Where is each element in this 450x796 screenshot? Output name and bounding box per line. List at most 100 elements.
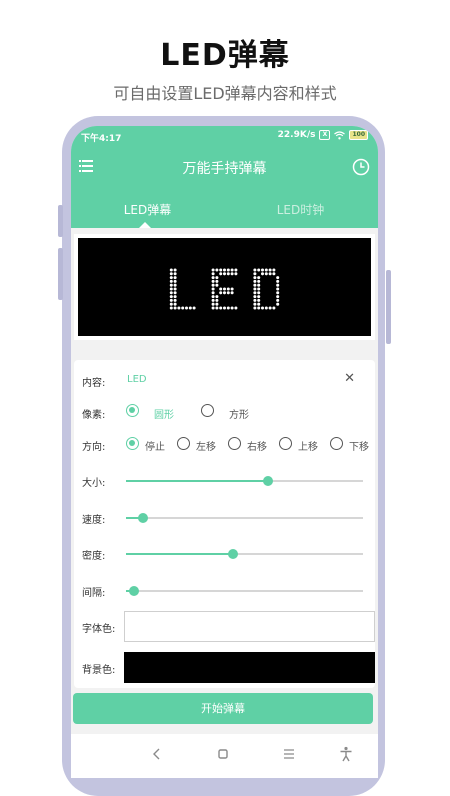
led-dot (276, 298, 280, 302)
led-dot (226, 268, 230, 272)
spacing-slider[interactable] (126, 586, 363, 596)
settings-panel: 内容: LED ✕ 像素: 圆形 方形 方向: 停止 左移 右移 上移 下移 大… (74, 360, 375, 688)
led-dot (268, 268, 272, 272)
direction-radio-up[interactable] (279, 437, 292, 450)
speed-slider-thumb[interactable] (137, 513, 148, 523)
pixel-option-round[interactable]: 圆形 (154, 406, 174, 421)
back-icon[interactable] (147, 744, 167, 764)
led-dot (173, 295, 177, 299)
led-dot (257, 287, 261, 291)
led-dot (230, 268, 234, 272)
led-dot (173, 279, 177, 283)
phone-volume-button (58, 205, 63, 237)
led-dot (192, 306, 196, 310)
content-input[interactable]: LED (127, 374, 147, 385)
status-time: 下午4:17 (81, 134, 122, 144)
pixel-option-square[interactable]: 方形 (229, 406, 249, 421)
led-dot (276, 291, 280, 295)
led-dot (211, 287, 215, 291)
direction-radio-right[interactable] (228, 437, 241, 450)
led-dot (253, 295, 257, 299)
led-dot (215, 298, 219, 302)
led-dot (222, 287, 227, 291)
led-dot (219, 287, 223, 291)
size-slider[interactable] (126, 476, 363, 486)
led-dot (215, 279, 219, 283)
density-slider-thumb[interactable] (227, 549, 238, 559)
led-dot (230, 306, 234, 310)
led-dot (173, 287, 177, 291)
wifi-icon (334, 130, 346, 139)
recent-apps-icon[interactable] (279, 744, 299, 764)
led-dot (253, 291, 257, 295)
led-dot (272, 272, 276, 276)
led-dot (211, 302, 215, 306)
size-slider-thumb[interactable] (263, 476, 274, 486)
active-tab-indicator (139, 222, 151, 228)
led-dot (211, 272, 215, 276)
network-speed: 22.9K/s (277, 130, 316, 140)
density-slider[interactable] (126, 549, 363, 559)
led-dot (211, 306, 215, 310)
tab-bar: LED弹幕 LED时钟 (71, 188, 378, 228)
led-dot (169, 291, 173, 295)
led-dot (169, 276, 173, 280)
pixel-radio-square[interactable] (201, 404, 214, 417)
density-label: 密度: (82, 551, 106, 562)
led-dot (276, 302, 280, 306)
led-dot (253, 306, 257, 310)
led-dot (184, 306, 189, 310)
home-icon[interactable] (213, 744, 233, 764)
direction-option-down[interactable]: 下移 (349, 438, 369, 453)
background-color-swatch[interactable] (124, 652, 375, 683)
led-dot (211, 295, 215, 299)
led-dot (169, 295, 173, 299)
size-label: 大小: (82, 478, 106, 489)
led-dot (257, 306, 261, 310)
spacing-label: 间隔: (82, 588, 106, 599)
sim-icon: X (319, 130, 331, 140)
led-dot (173, 283, 177, 287)
led-dot (230, 287, 234, 291)
font-color-swatch[interactable] (124, 611, 375, 642)
speed-label: 速度: (82, 515, 106, 526)
led-dot (268, 306, 272, 310)
phone-power-button (386, 270, 391, 344)
led-dot (257, 283, 261, 287)
start-danmaku-button[interactable]: 开始弹幕 (73, 693, 373, 724)
clock-icon[interactable] (352, 158, 370, 176)
tab-led-danmaku[interactable]: LED弹幕 (71, 201, 224, 218)
led-dot (211, 268, 215, 272)
led-dot (181, 306, 185, 310)
direction-radio-left[interactable] (177, 437, 190, 450)
direction-radio-stop[interactable] (126, 437, 139, 450)
pixel-radio-round[interactable] (126, 404, 139, 417)
led-dot (211, 291, 215, 295)
led-dot (215, 306, 219, 310)
direction-option-up[interactable]: 上移 (298, 438, 318, 453)
content-label: 内容: (82, 378, 106, 389)
led-dot (169, 302, 173, 306)
led-preview-board (78, 238, 371, 336)
led-dot (169, 268, 173, 272)
led-dot (253, 283, 257, 287)
led-dot (222, 272, 227, 276)
direction-radio-down[interactable] (330, 437, 343, 450)
direction-option-stop[interactable]: 停止 (145, 438, 165, 453)
led-dot (276, 295, 280, 299)
direction-option-left[interactable]: 左移 (196, 438, 216, 453)
close-icon[interactable]: ✕ (344, 372, 355, 385)
accessibility-icon[interactable] (336, 744, 356, 764)
spacing-slider-thumb[interactable] (129, 586, 140, 596)
led-dot (257, 291, 261, 295)
tab-led-clock[interactable]: LED时钟 (224, 201, 377, 218)
speed-slider[interactable] (126, 513, 363, 523)
direction-option-right[interactable]: 右移 (247, 438, 267, 453)
led-dot (222, 268, 227, 272)
app-bar: 万能手持弹幕 (71, 146, 378, 188)
led-dot (257, 295, 261, 299)
led-dot (173, 268, 177, 272)
phone-volume-button-2 (58, 248, 63, 300)
led-dot (260, 268, 265, 272)
led-dot (173, 302, 177, 306)
